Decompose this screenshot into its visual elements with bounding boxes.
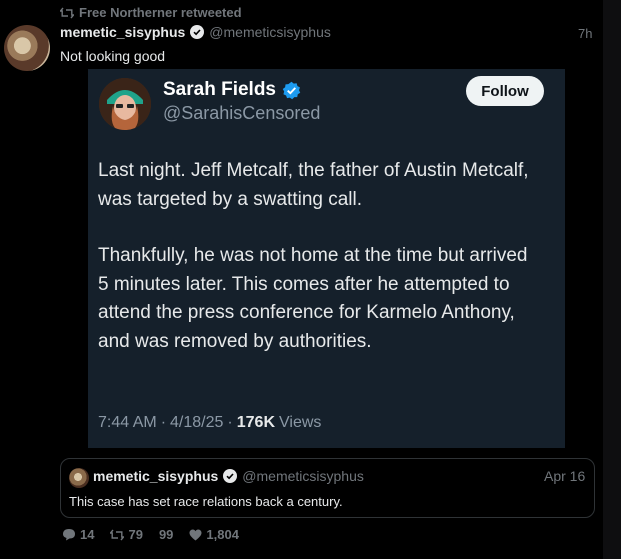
display-name[interactable]: memetic_sisyphus — [60, 24, 185, 40]
heart-icon — [189, 529, 202, 541]
quote-header: memetic_sisyphus @memeticsisyphus — [93, 468, 364, 484]
like-button[interactable]: 1,804 — [189, 527, 239, 542]
quote-text: This case has set race relations back a … — [69, 494, 343, 509]
verified-icon — [223, 469, 238, 483]
retweet-icon — [110, 529, 125, 541]
post-time[interactable]: 7h — [578, 26, 592, 41]
embed-meta: 7:44 AM · 4/18/25 · 176K Views — [98, 414, 321, 432]
post-text: Not looking good — [60, 48, 166, 64]
like-count: 1,804 — [206, 527, 239, 542]
verified-icon — [190, 25, 205, 39]
separator-dot: · — [227, 414, 233, 431]
views-count: 176K — [236, 414, 275, 431]
embed-handle[interactable]: @SarahisCensored — [163, 103, 320, 124]
quote-date[interactable]: Apr 16 — [544, 468, 585, 484]
embed-display-name[interactable]: Sarah Fields — [163, 79, 276, 101]
retweet-text[interactable]: Free Northerner retweeted — [79, 5, 242, 20]
embed-paragraph: Thankfully, he was not home at the time … — [98, 245, 528, 352]
embed-time[interactable]: 7:44 AM — [98, 414, 157, 432]
scrollbar-track[interactable] — [603, 0, 621, 559]
post-header: memetic_sisyphus @memeticsisyphus — [60, 24, 331, 40]
reply-count: 14 — [80, 527, 95, 542]
quote-icon: 99 — [158, 527, 174, 542]
quote-handle[interactable]: @memeticsisyphus — [242, 468, 364, 484]
separator-dot: · — [160, 414, 167, 431]
embed-header: Sarah Fields — [163, 79, 301, 101]
action-bar: 14 79 99 1,804 — [62, 527, 239, 542]
retweet-icon — [60, 7, 74, 19]
retweet-count: 79 — [128, 527, 143, 542]
left-gutter — [0, 0, 58, 559]
views-label: Views — [279, 414, 322, 431]
quote-display-name[interactable]: memetic_sisyphus — [93, 468, 218, 484]
verified-icon — [282, 81, 301, 100]
quote-button[interactable]: 99 — [159, 527, 173, 542]
retweet-button[interactable]: 79 — [110, 527, 143, 542]
embed-text: Last night. Jeff Metcalf, the father of … — [98, 157, 538, 384]
handle[interactable]: @memeticsisyphus — [209, 24, 331, 40]
reply-button[interactable]: 14 — [62, 527, 94, 542]
embed-avatar[interactable] — [99, 78, 151, 130]
retweet-indicator: Free Northerner retweeted — [60, 5, 242, 20]
embedded-tweet[interactable]: Sarah Fields @SarahisCensored Follow Las… — [88, 69, 565, 448]
avatar[interactable] — [4, 25, 50, 71]
embed-date[interactable]: 4/18/25 — [170, 414, 223, 432]
reply-icon — [62, 528, 76, 541]
embed-paragraph: Last night. Jeff Metcalf, the father of … — [98, 160, 529, 210]
quote-avatar[interactable] — [69, 468, 89, 488]
quoted-post[interactable]: memetic_sisyphus @memeticsisyphus Apr 16… — [60, 458, 595, 518]
follow-button[interactable]: Follow — [466, 76, 544, 106]
